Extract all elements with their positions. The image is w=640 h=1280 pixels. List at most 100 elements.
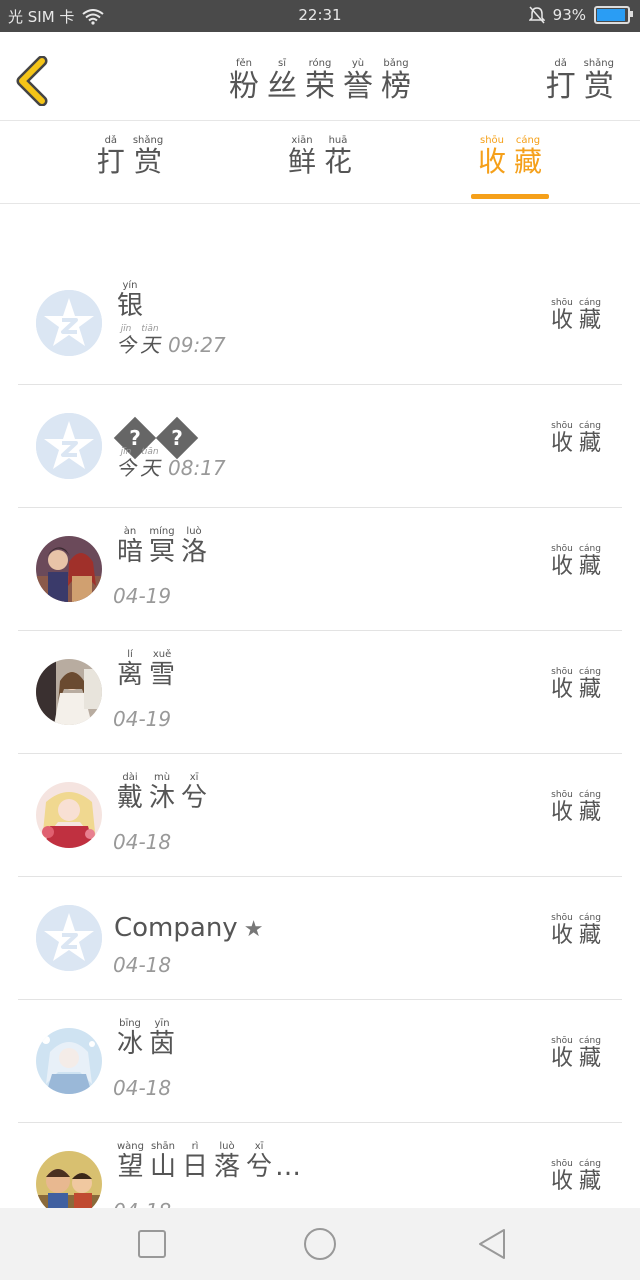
today-pinyin: jīn [116, 324, 136, 334]
status-pinyin: shōu [550, 913, 573, 923]
list-item[interactable]: 离lí雪xuě 04-19 收shōu藏cáng [18, 631, 622, 754]
avatar[interactable] [36, 659, 102, 725]
tab-label-pinyin: huā [324, 135, 352, 146]
list-item[interactable]: ?? 今jīn天tiān08:17 收shōu藏cáng [18, 385, 622, 508]
list-item[interactable]: 戴dài沐mù兮xī 04-18 收shōu藏cáng [18, 754, 622, 877]
status-char: 收shōu [550, 913, 573, 948]
today-char: 今jīn [116, 324, 136, 357]
status-char: 藏cáng [578, 421, 601, 456]
user-name: 戴dài沐mù兮xī [114, 772, 210, 814]
list-item[interactable]: 冰bīng茵yīn 04-18 收shōu藏cáng [18, 1000, 622, 1123]
tab-flowers[interactable]: 鲜xiān 花huā [260, 135, 380, 180]
name-pinyin: xī [246, 1141, 273, 1152]
user-name: 暗àn冥míng洛luò [114, 526, 210, 568]
battery-tip [630, 11, 633, 17]
timestamp: 04-19 [113, 584, 172, 608]
timestamp: 04-19 [113, 707, 172, 731]
status-char: 藏cáng [578, 790, 601, 825]
name-pinyin: luò [214, 1141, 241, 1152]
tab-label-char: 赏shǎng [132, 135, 164, 178]
name-pinyin: shān [149, 1141, 176, 1152]
battery-percent: 93% [552, 6, 586, 24]
tab-label-char: 收shōu [477, 135, 506, 178]
status-char: 收shōu [550, 790, 573, 825]
default-avatar-icon[interactable] [36, 905, 102, 971]
title-char: 丝sī [267, 58, 297, 104]
name-pinyin: lí [117, 649, 143, 660]
back-nav-button[interactable] [472, 1226, 512, 1262]
reward-pinyin: shǎng [583, 58, 614, 69]
status-char: 收shōu [550, 1036, 573, 1071]
name-char: 望wàng [117, 1141, 144, 1182]
default-avatar-icon[interactable] [36, 413, 102, 479]
name-char: 戴dài [117, 772, 144, 813]
tab-reward[interactable]: 打dǎ赏shǎng [70, 135, 190, 180]
header: 粉fěn 丝sī 荣róng 誉yù 榜bǎng 打dǎ赏shǎng [0, 32, 640, 121]
title-char: 誉yù [343, 58, 373, 104]
title-pinyin: sī [267, 58, 297, 69]
battery-fill [597, 9, 625, 21]
avatar[interactable] [36, 782, 102, 848]
avatar[interactable] [36, 1028, 102, 1094]
user-name: 银yín [114, 280, 146, 322]
star-icon: ★ [243, 917, 264, 942]
reward-button[interactable]: 打dǎ赏shǎng [542, 58, 618, 105]
status-pinyin: cáng [578, 544, 601, 554]
favorite-status: 收shōu藏cáng [548, 298, 604, 334]
reward-char: 赏shǎng [583, 58, 614, 104]
favorite-status: 收shōu藏cáng [548, 1036, 604, 1072]
tab-favorites[interactable]: 收shōu 藏cáng [450, 135, 570, 180]
name-pinyin: bīng [117, 1018, 143, 1029]
timestamp: 今jīn天tiān08:17 [116, 447, 226, 480]
name-pinyin: xuě [149, 649, 176, 660]
reward-pinyin: dǎ [545, 58, 576, 69]
list-item[interactable]: 银yín 今jīn天tiān09:27 收shōu藏cáng [18, 262, 622, 385]
name-char: 茵yīn [149, 1018, 176, 1059]
status-pinyin: cáng [578, 1036, 601, 1046]
name-pinyin: míng [149, 526, 176, 537]
tab-label-char: 藏cáng [514, 135, 543, 178]
name-char: 落luò [214, 1141, 241, 1182]
timestamp: 04-18 [113, 1076, 172, 1100]
list-item[interactable]: Company ★ 04-18 收shōu藏cáng [18, 877, 622, 1000]
system-nav-bar [0, 1208, 640, 1280]
status-char: 藏cáng [578, 667, 601, 702]
favorite-status: 收shōu藏cáng [548, 1159, 604, 1195]
name-char: 雪xuě [149, 649, 176, 690]
fan-list: 银yín 今jīn天tiān09:27 收shōu藏cáng?? 今jīn天tiān0… [18, 262, 622, 1246]
title-char: 荣róng [305, 58, 335, 104]
favorite-status: 收shōu藏cáng [548, 421, 604, 457]
today-pinyin: tiān [140, 324, 160, 334]
status-char: 藏cáng [578, 544, 601, 579]
name-char: 山shān [149, 1141, 176, 1182]
name-pinyin: dài [117, 772, 144, 783]
name-char: 冥míng [149, 526, 176, 567]
status-pinyin: shōu [550, 421, 573, 431]
tab-label-pinyin: shǎng [132, 135, 164, 146]
default-avatar-icon[interactable] [36, 290, 102, 356]
name-pinyin: xī [181, 772, 208, 783]
title-char: 榜bǎng [381, 58, 411, 104]
avatar[interactable] [36, 536, 102, 602]
list-item[interactable]: 暗àn冥míng洛luò 04-19 收shōu藏cáng [18, 508, 622, 631]
status-char: 藏cáng [578, 1036, 601, 1071]
status-bar: 光 SIM 卡 22:31 93% [0, 0, 640, 32]
name-char: 暗àn [117, 526, 144, 567]
name-char: 离lí [117, 649, 144, 690]
home-button[interactable] [300, 1226, 340, 1262]
today-pinyin: tiān [140, 447, 160, 457]
today-char: 天tiān [140, 447, 160, 480]
status-pinyin: cáng [578, 298, 601, 308]
title-char: 粉fěn [229, 58, 259, 104]
back-nav-icon [479, 1229, 505, 1259]
name-char: 兮xī [181, 772, 208, 813]
status-char: 藏cáng [578, 913, 601, 948]
tab-label-pinyin: xiān [287, 135, 316, 146]
status-pinyin: shōu [550, 790, 573, 800]
tab-label-char: 花huā [324, 135, 353, 178]
status-char: 收shōu [550, 298, 573, 333]
name-char: 沐mù [149, 772, 176, 813]
recent-apps-button[interactable] [132, 1226, 172, 1262]
title-pinyin: róng [305, 58, 335, 69]
title-pinyin: fěn [229, 58, 259, 69]
